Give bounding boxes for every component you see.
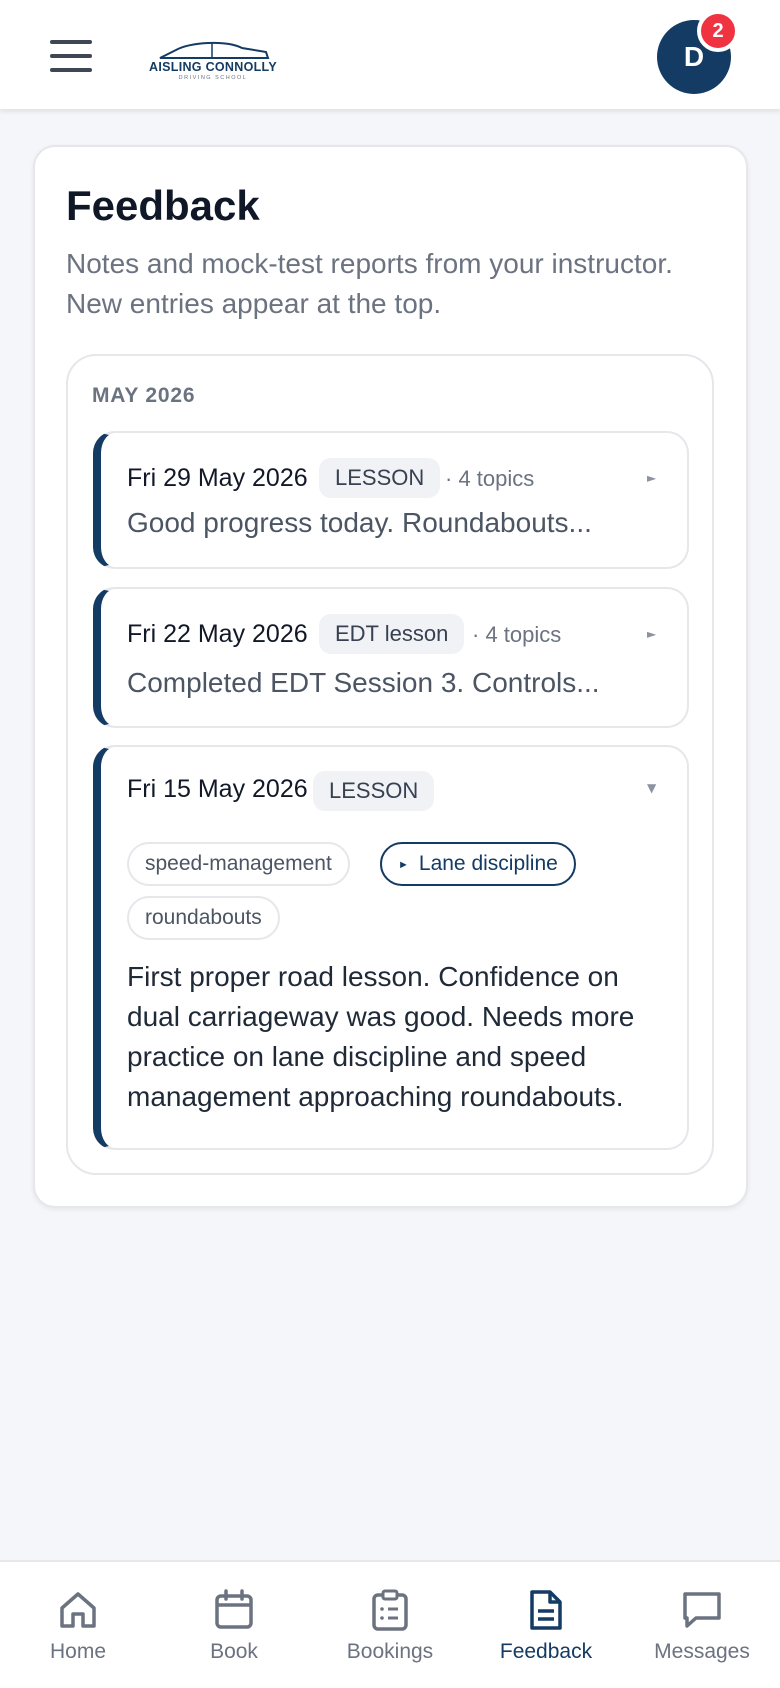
page-subtitle: Notes and mock-test reports from your in… bbox=[66, 248, 673, 319]
app-header: AISLING CONNOLLY DRIVING SCHOOL D 2 bbox=[0, 0, 780, 110]
expand-caret-icon[interactable]: ► bbox=[647, 627, 656, 641]
logo-text: AISLING CONNOLLY bbox=[149, 60, 277, 74]
bottom-navigation: Home Book Bookings Feedback Messages bbox=[0, 1560, 780, 1688]
entry-note: First proper road lesson. Confidence on … bbox=[127, 961, 635, 1112]
play-caret-icon: ► bbox=[398, 859, 409, 871]
nav-item-messages[interactable]: Messages bbox=[624, 1562, 780, 1688]
clipboard-list-icon bbox=[372, 1589, 408, 1631]
page-title: Feedback bbox=[66, 182, 260, 229]
entry-preview: Completed EDT Session 3. Controls... bbox=[127, 667, 600, 698]
topic-tag-label: Lane discipline bbox=[418, 852, 558, 875]
home-icon bbox=[60, 1592, 96, 1628]
nav-label: Home bbox=[49, 1640, 107, 1663]
feedback-entry[interactable]: Fri 29 May 2026 LESSON · 4 topics ► Good… bbox=[93, 431, 689, 569]
entry-preview: Good progress today. Roundabouts... bbox=[127, 507, 592, 538]
nav-label: Bookings bbox=[346, 1640, 434, 1663]
entry-topics-count: · 4 topics bbox=[472, 622, 562, 647]
school-logo[interactable]: AISLING CONNOLLY DRIVING SCHOOL bbox=[146, 40, 280, 84]
nav-label: Messages bbox=[654, 1640, 750, 1663]
nav-item-book[interactable]: Book bbox=[156, 1562, 312, 1688]
entry-type-chip: LESSON bbox=[313, 771, 435, 811]
logo-subtext: DRIVING SCHOOL bbox=[178, 75, 248, 81]
notification-badge[interactable]: 2 bbox=[697, 10, 739, 52]
month-label: MAY 2026 bbox=[92, 384, 196, 407]
message-icon bbox=[683, 1592, 721, 1628]
entry-topics-count: · 4 topics bbox=[445, 466, 535, 491]
feedback-entry-expanded[interactable]: Fri 15 May 2026 LESSON ▼ speed-managemen… bbox=[93, 745, 689, 1150]
document-icon bbox=[530, 1590, 562, 1630]
entry-type-chip: LESSON bbox=[319, 458, 441, 498]
nav-item-bookings[interactable]: Bookings bbox=[312, 1562, 468, 1688]
entry-type-chip: EDT lesson bbox=[319, 614, 465, 654]
topic-tag-active[interactable]: ► Lane discipline bbox=[380, 842, 576, 886]
entry-date: Fri 29 May 2026 bbox=[127, 464, 308, 492]
calendar-icon bbox=[215, 1589, 253, 1629]
nav-item-home[interactable]: Home bbox=[0, 1562, 156, 1688]
collapse-caret-icon[interactable]: ▼ bbox=[647, 781, 656, 795]
topic-tag[interactable]: roundabouts bbox=[127, 896, 280, 940]
car-outline-icon bbox=[159, 41, 270, 59]
feedback-entry[interactable]: Fri 22 May 2026 EDT lesson · 4 topics ► … bbox=[93, 587, 689, 728]
topic-tag[interactable]: speed-management bbox=[127, 842, 350, 886]
nav-label: Feedback bbox=[499, 1640, 593, 1663]
entry-date: Fri 15 May 2026 bbox=[127, 775, 308, 803]
entry-date: Fri 22 May 2026 bbox=[127, 620, 308, 648]
hamburger-menu-icon[interactable] bbox=[50, 40, 92, 72]
nav-item-feedback[interactable]: Feedback bbox=[468, 1562, 624, 1688]
nav-label: Book bbox=[210, 1640, 258, 1663]
expand-caret-icon[interactable]: ► bbox=[647, 471, 656, 485]
